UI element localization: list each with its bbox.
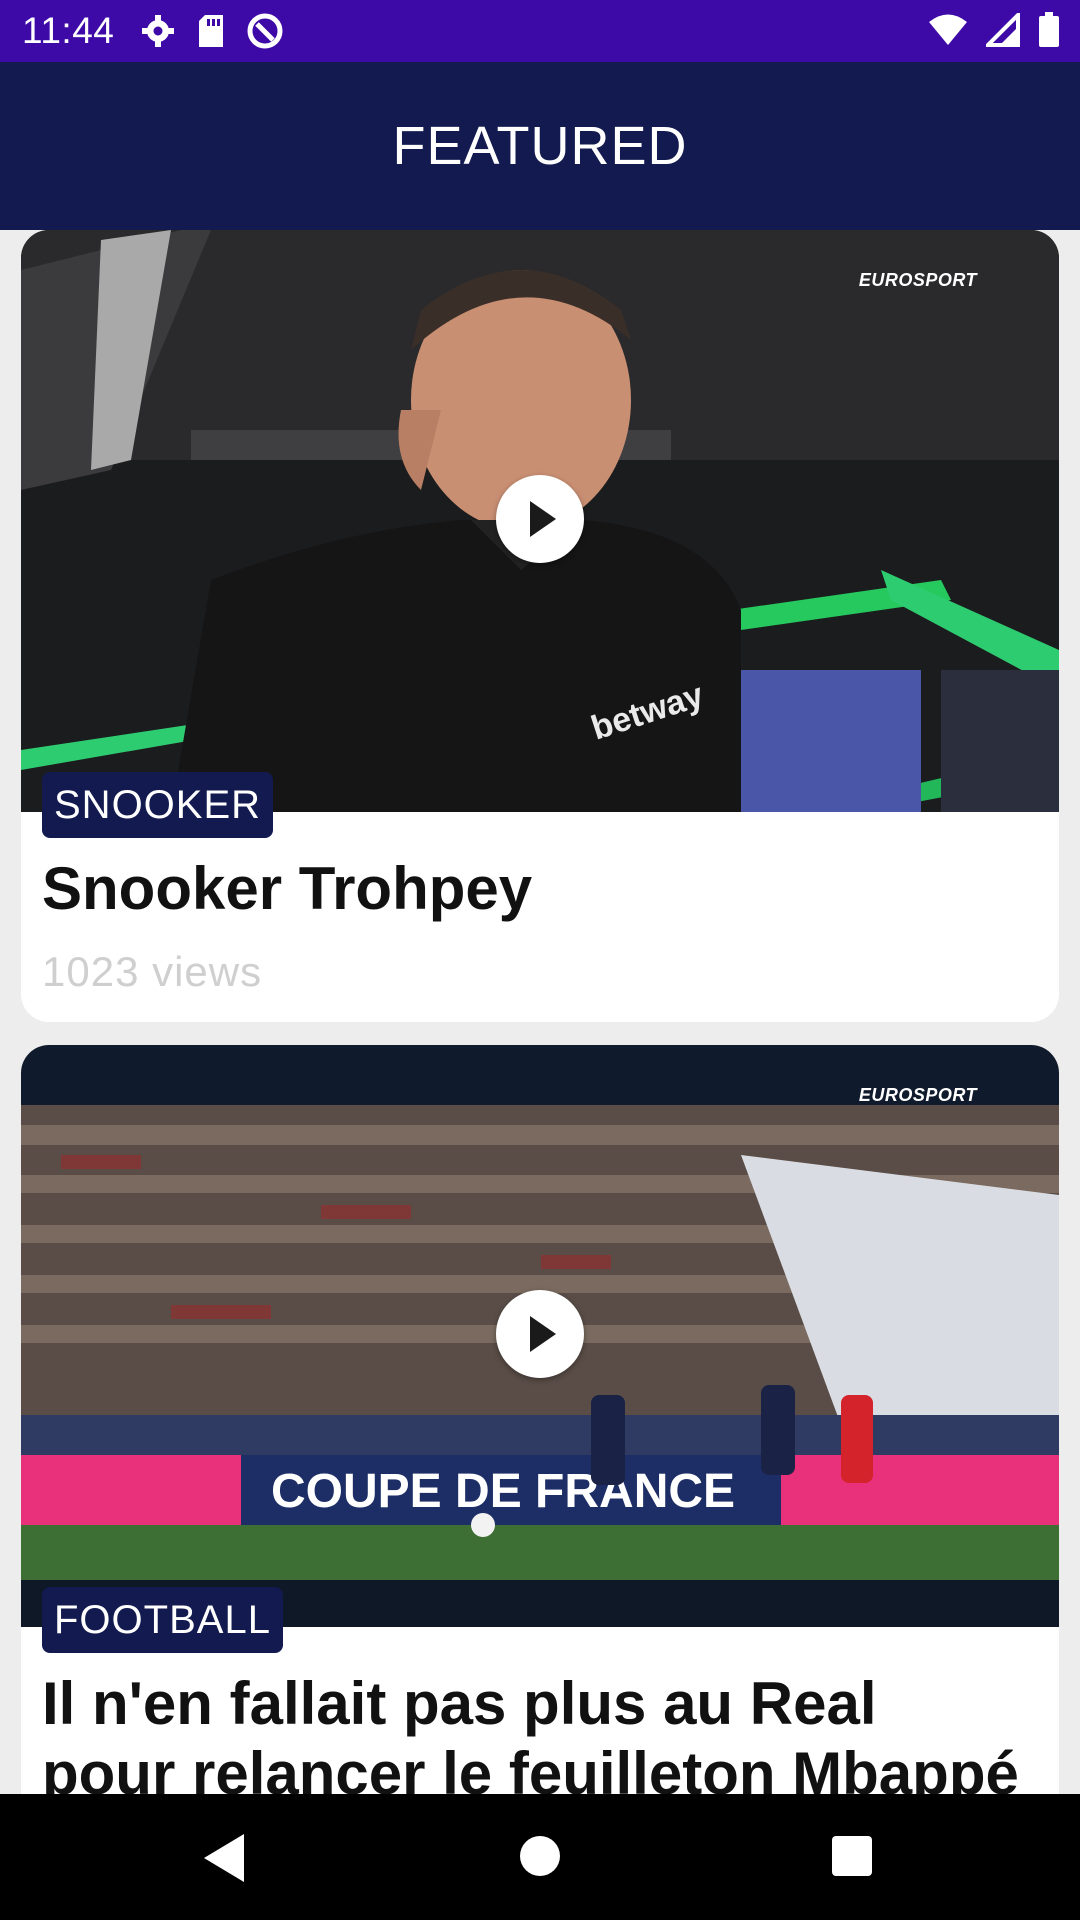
status-bar: 11:44: [0, 0, 1080, 62]
settings-icon: [142, 15, 174, 47]
app-bar: FEATURED: [0, 62, 1080, 230]
eurosport-logo: EUROSPORT: [858, 1085, 977, 1105]
featured-feed[interactable]: betway EUROSPORT SNOOKER Snooker Trohpey…: [0, 230, 1080, 1794]
view-count: 1023 views: [42, 948, 263, 995]
status-system-icons: [928, 12, 1060, 48]
play-button[interactable]: [496, 1290, 584, 1378]
eurosport-logo: EUROSPORT: [858, 270, 977, 290]
category-badge: SNOOKER: [42, 772, 274, 838]
pitch-board-text: COUPE DE FRANCE: [271, 1465, 735, 1518]
category-badge: FOOTBALL: [42, 1587, 283, 1653]
battery-icon: [1039, 12, 1059, 47]
video-thumbnail[interactable]: COUPE DE FRANCE EUROSPORT: [21, 1045, 1059, 1627]
back-button[interactable]: [204, 1834, 244, 1882]
signal-icon: [986, 13, 1020, 47]
sd-card-icon: [199, 15, 223, 47]
video-thumbnail[interactable]: betway EUROSPORT: [21, 230, 1059, 812]
status-time: 11:44: [22, 10, 115, 51]
video-card-football[interactable]: COUPE DE FRANCE EUROSPORT FOOTBALL Il n'…: [21, 1045, 1059, 1794]
data-saver-icon: [247, 13, 283, 49]
play-button[interactable]: [496, 475, 584, 563]
card-title[interactable]: Il n'en fallait pas plus au Real pour re…: [42, 1669, 1019, 1794]
card-title[interactable]: Snooker Trohpey: [42, 854, 1019, 924]
video-card-snooker[interactable]: betway EUROSPORT SNOOKER Snooker Trohpey…: [21, 230, 1059, 1022]
recents-button[interactable]: [832, 1836, 872, 1876]
wifi-icon: [929, 14, 967, 45]
page-title: FEATURED: [392, 116, 688, 176]
navigation-bar: [0, 1794, 1080, 1920]
home-button[interactable]: [520, 1836, 560, 1876]
status-notification-icons: [140, 12, 284, 50]
